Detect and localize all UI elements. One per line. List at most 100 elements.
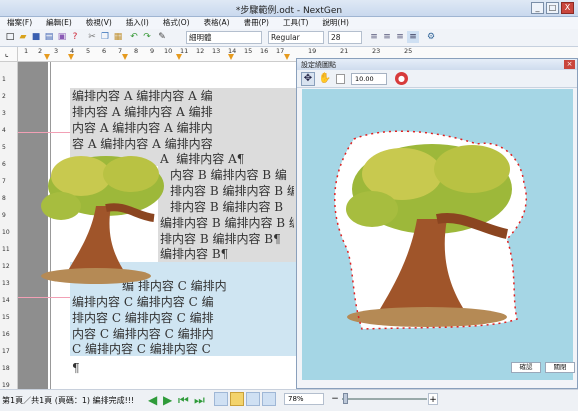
ruler-tick: 14: [2, 297, 10, 304]
ruler-tick: 5: [86, 47, 91, 55]
vertical-ruler: 1 2 3 4 5 6 7 8 9 10 11 12 13 14 15 16 1…: [0, 62, 18, 389]
menu-help[interactable]: 說明(H): [315, 17, 356, 29]
menu-tools[interactable]: 工具(T): [276, 17, 315, 29]
tab-marker[interactable]: [122, 54, 128, 60]
single-page-view-icon[interactable]: [214, 392, 228, 406]
menu-file[interactable]: 檔案(F): [0, 17, 39, 29]
ruler-tick: 2: [38, 47, 43, 55]
multi-page-view-icon[interactable]: [262, 392, 276, 406]
font-style-select[interactable]: Regular: [268, 31, 324, 44]
block-b-line: 排内容 B 编排内容 B: [170, 200, 284, 214]
tab-marker[interactable]: [68, 54, 74, 60]
minimize-button[interactable]: _: [531, 2, 544, 14]
tree-image[interactable]: [36, 146, 168, 286]
block-b-line: 编排内容 B 编排内容 B 编: [160, 216, 294, 230]
trace-icon[interactable]: ✥: [301, 72, 315, 86]
ruler-tick: 19: [308, 47, 317, 55]
zoom-select[interactable]: 78%: [284, 393, 324, 405]
menu-edit[interactable]: 編輯(E): [39, 17, 79, 29]
ruler-tick: 12: [196, 47, 205, 55]
menu-view[interactable]: 檢視(V): [79, 17, 119, 29]
ruler-tick: 25: [404, 47, 413, 55]
ok-button[interactable]: 確認: [511, 362, 541, 373]
block-c-line: 排内容 C 编排内容 C 编排: [72, 311, 214, 325]
align-left-icon[interactable]: ≡: [368, 31, 380, 43]
ruler-tick: 9: [150, 47, 155, 55]
preview-icon[interactable]: ▣: [56, 31, 68, 43]
point-tool-icon[interactable]: ✋: [318, 72, 332, 86]
redo-icon[interactable]: ↷: [141, 31, 153, 43]
tab-marker[interactable]: [228, 54, 234, 60]
block-a-line: A 编排内容 A¶: [160, 152, 245, 166]
menu-bar: 檔案(F) 編輯(E) 檢視(V) 插入(I) 格式(O) 表格(A) 書冊(P…: [0, 17, 578, 29]
canvas-image: [334, 130, 527, 330]
align-right-icon[interactable]: ≡: [394, 31, 406, 43]
left-indent-marker[interactable]: [44, 54, 50, 60]
copy-icon[interactable]: ❐: [99, 31, 111, 43]
ruler-tick: 5: [2, 144, 6, 151]
block-b-line: 内容 B 编排内容 B 编: [170, 168, 287, 182]
ruler-tick: 10: [2, 229, 10, 236]
block-b-line: 排内容 B 编排内容 B 编: [170, 184, 294, 198]
zoom-slider[interactable]: [342, 398, 427, 400]
tab-marker[interactable]: [176, 54, 182, 60]
open-folder-icon[interactable]: ▰: [17, 31, 29, 43]
save-icon[interactable]: ■: [30, 31, 42, 43]
maximize-button[interactable]: □: [546, 2, 559, 14]
block-c-line: 内容 C 编排内容 C 编排内: [72, 327, 214, 341]
ruler-tick: 8: [2, 195, 6, 202]
page-width-view-icon[interactable]: [230, 392, 244, 406]
ruler-tick: 19: [2, 382, 10, 389]
ruler-tick: 15: [244, 47, 253, 55]
two-page-view-icon[interactable]: [246, 392, 260, 406]
dialog-close-button[interactable]: ×: [564, 60, 575, 69]
zoom-out-button[interactable]: −: [330, 393, 340, 405]
dialog-title-bar: [297, 59, 577, 70]
block-b-line: 编排内容 B¶: [160, 247, 229, 261]
right-indent-marker[interactable]: [284, 54, 290, 60]
ruler-tick: 16: [2, 331, 10, 338]
distance-input[interactable]: 10.00: [351, 73, 387, 85]
block-a-line: 编排内容 A 编排内容 A 编: [72, 89, 213, 103]
ruler-tick: 6: [2, 161, 6, 168]
prev-page-icon[interactable]: ⏮: [178, 393, 189, 408]
justify-icon[interactable]: ≡: [407, 31, 419, 43]
cancel-button[interactable]: 關閉: [545, 362, 575, 373]
dialog-title: 設定繞圖點: [301, 61, 336, 69]
wrap-points-dialog: 設定繞圖點 × ✥ ✋ 10.00 ● 確認 關閉: [296, 58, 578, 389]
next-page-icon[interactable]: ▶: [163, 393, 172, 407]
ruler-tick: 2: [2, 93, 6, 100]
wrap-canvas[interactable]: [302, 89, 573, 380]
close-button[interactable]: X: [561, 2, 574, 14]
undo-icon[interactable]: ↶: [128, 31, 140, 43]
menu-insert[interactable]: 插入(I): [119, 17, 156, 29]
draw-icon[interactable]: ✎: [156, 31, 168, 43]
menu-book[interactable]: 書冊(P): [237, 17, 276, 29]
paragraph-mark: ¶: [72, 361, 80, 375]
ruler-corner: ⌞: [0, 47, 18, 62]
font-size-select[interactable]: 28: [328, 31, 362, 44]
new-document-icon[interactable]: □: [4, 31, 16, 43]
ruler-tick: 3: [54, 47, 59, 55]
block-a-line: 内容 A 编排内容 A 编排内: [72, 121, 213, 135]
last-page-icon[interactable]: ⏭: [194, 393, 205, 408]
settings-icon[interactable]: ⚙: [425, 31, 437, 43]
first-page-icon[interactable]: ◀: [148, 393, 157, 407]
block-b-line: 排内容 B 编排内容 B¶: [160, 232, 281, 246]
block-c-line: 编排内容 C 编排内容 C 编: [72, 295, 214, 309]
window-title: *步驟範例.odt - NextGen: [235, 6, 343, 16]
zoom-slider-thumb[interactable]: [343, 393, 348, 404]
zoom-in-button[interactable]: +: [428, 393, 438, 405]
align-center-icon[interactable]: ≡: [381, 31, 393, 43]
stop-icon[interactable]: ●: [395, 72, 408, 85]
ruler-tick: 6: [102, 47, 107, 55]
paste-icon[interactable]: ▦: [112, 31, 124, 43]
ruler-tick: 16: [260, 47, 269, 55]
help-icon[interactable]: ?: [69, 31, 81, 43]
menu-table[interactable]: 表格(A): [197, 17, 237, 29]
cut-icon[interactable]: ✂: [86, 31, 98, 43]
print-icon[interactable]: ▤: [43, 31, 55, 43]
menu-format[interactable]: 格式(O): [156, 17, 197, 29]
checkbox[interactable]: [336, 74, 345, 84]
font-name-select[interactable]: 細明體: [186, 31, 262, 44]
